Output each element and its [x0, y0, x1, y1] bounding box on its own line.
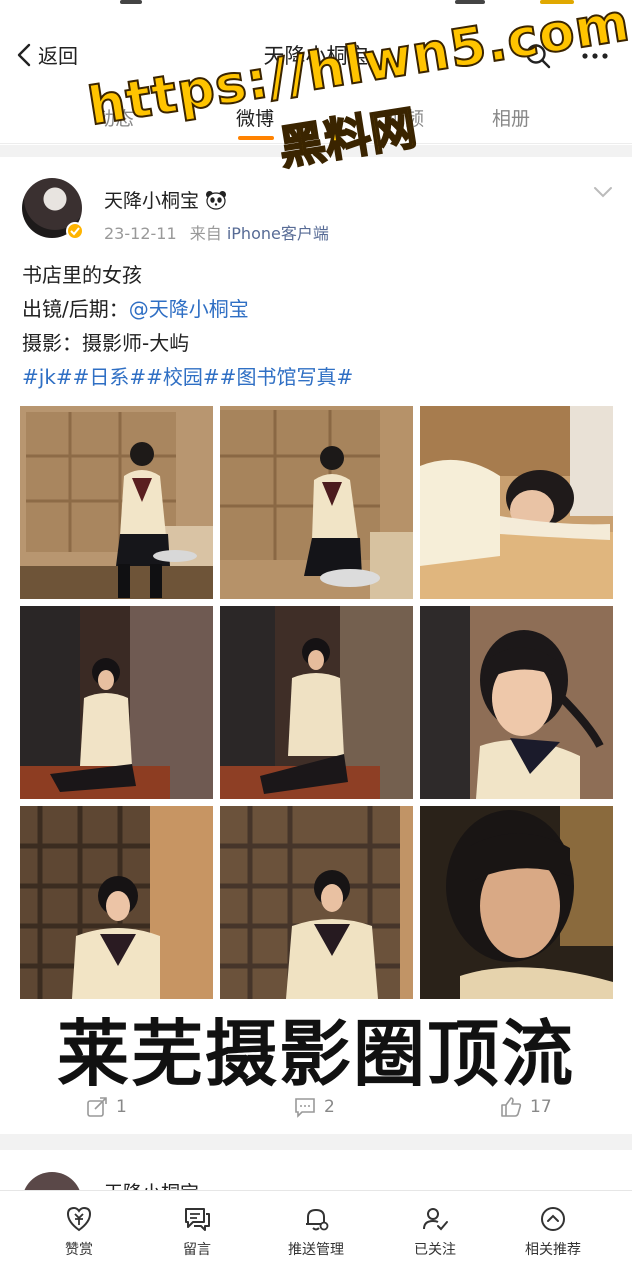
tab-album[interactable]: 相册 [492, 104, 530, 131]
tab-dynamic[interactable]: 动态 [96, 104, 134, 131]
mention-link[interactable]: @天降小桐宝 [129, 297, 249, 321]
following-label: 已关注 [414, 1242, 456, 1258]
message-button[interactable]: 留言 [134, 1205, 260, 1259]
reward-icon [66, 1206, 92, 1232]
share-icon [87, 1097, 107, 1117]
model-label: 出镜/后期： [22, 297, 129, 321]
thumbs-up-icon [501, 1097, 522, 1117]
chevron-down-icon[interactable] [592, 184, 614, 200]
repost-button[interactable]: 1 [86, 1096, 127, 1118]
bell-settings-icon [306, 1209, 329, 1231]
post-date: 23-12-11 [104, 224, 177, 243]
related-label: 相关推荐 [525, 1242, 581, 1258]
post-line-photographer: 摄影：摄影师-大屿 [22, 331, 190, 355]
chevron-up-circle-icon [541, 1207, 565, 1231]
related-button[interactable]: 相关推荐 [490, 1205, 616, 1259]
source-prefix: 来自 [189, 224, 222, 243]
photo-thumbnail[interactable] [420, 606, 613, 799]
post-line-title: 书店里的女孩 [22, 263, 142, 287]
photo-grid [20, 406, 613, 1000]
tab-video[interactable]: 视频 [386, 104, 424, 131]
battery-icon [540, 0, 574, 4]
avatar[interactable] [22, 1172, 82, 1190]
following-button[interactable]: 已关注 [372, 1205, 498, 1259]
next-post-author[interactable]: 天降小桐宝 [104, 1178, 199, 1190]
message-label: 留言 [183, 1242, 211, 1258]
repost-count: 1 [116, 1097, 127, 1117]
panda-icon [206, 190, 227, 210]
next-post-card[interactable]: 天降小桐宝 [0, 1150, 632, 1190]
message-icon [185, 1208, 210, 1231]
overlay-caption: 莱芜摄影圈顶流 [0, 1004, 632, 1104]
more-icon[interactable] [580, 42, 610, 70]
bottom-action-bar: 赞赏 留言 推送管理 已关注 相关推荐 [0, 1190, 632, 1280]
section-divider [0, 145, 632, 157]
photo-thumbnail[interactable] [420, 806, 613, 999]
push-settings-button[interactable]: 推送管理 [253, 1205, 379, 1259]
search-icon[interactable] [524, 42, 552, 70]
photo-thumbnail[interactable] [20, 606, 213, 799]
photo-thumbnail[interactable] [20, 806, 213, 999]
user-check-icon [423, 1208, 448, 1231]
post-text: 书店里的女孩 出镜/后期：@天降小桐宝 摄影：摄影师-大屿 #jk##日系##校… [22, 258, 612, 394]
photo-thumbnail[interactable] [220, 806, 413, 999]
verified-badge-icon [66, 222, 84, 240]
comment-count: 2 [324, 1097, 335, 1117]
hashtag-links[interactable]: #jk##日系##校园##图书馆写真# [22, 360, 612, 394]
reward-button[interactable]: 赞赏 [16, 1205, 142, 1259]
reward-label: 赞赏 [65, 1242, 93, 1258]
photo-thumbnail[interactable] [220, 606, 413, 799]
navigation-bar: 返回 天降小桐宝 [0, 28, 632, 84]
push-settings-label: 推送管理 [288, 1242, 344, 1258]
profile-tabs: 动态 微博 视频 相册 [0, 92, 632, 144]
post-author[interactable]: 天降小桐宝 [104, 186, 227, 213]
status-bar-indicator [455, 0, 485, 4]
tab-weibo[interactable]: 微博 [236, 104, 274, 131]
comment-button[interactable]: 2 [294, 1096, 335, 1118]
like-button[interactable]: 17 [500, 1096, 552, 1118]
like-count: 17 [530, 1097, 552, 1117]
post-line-model: 出镜/后期：@天降小桐宝 [22, 292, 612, 326]
active-tab-indicator [238, 136, 274, 140]
author-name: 天降小桐宝 [104, 190, 200, 212]
photo-thumbnail[interactable] [20, 406, 213, 599]
section-divider [0, 1134, 632, 1150]
status-bar [0, 0, 632, 10]
photo-thumbnail[interactable] [420, 406, 613, 599]
post-actions: 1 2 17 [0, 1096, 632, 1122]
photo-thumbnail[interactable] [220, 406, 413, 599]
comment-icon [295, 1098, 315, 1118]
status-bar-indicator [120, 0, 142, 4]
post-source[interactable]: iPhone客户端 [227, 224, 329, 243]
post-meta: 23-12-11 来自 iPhone客户端 [104, 220, 329, 244]
